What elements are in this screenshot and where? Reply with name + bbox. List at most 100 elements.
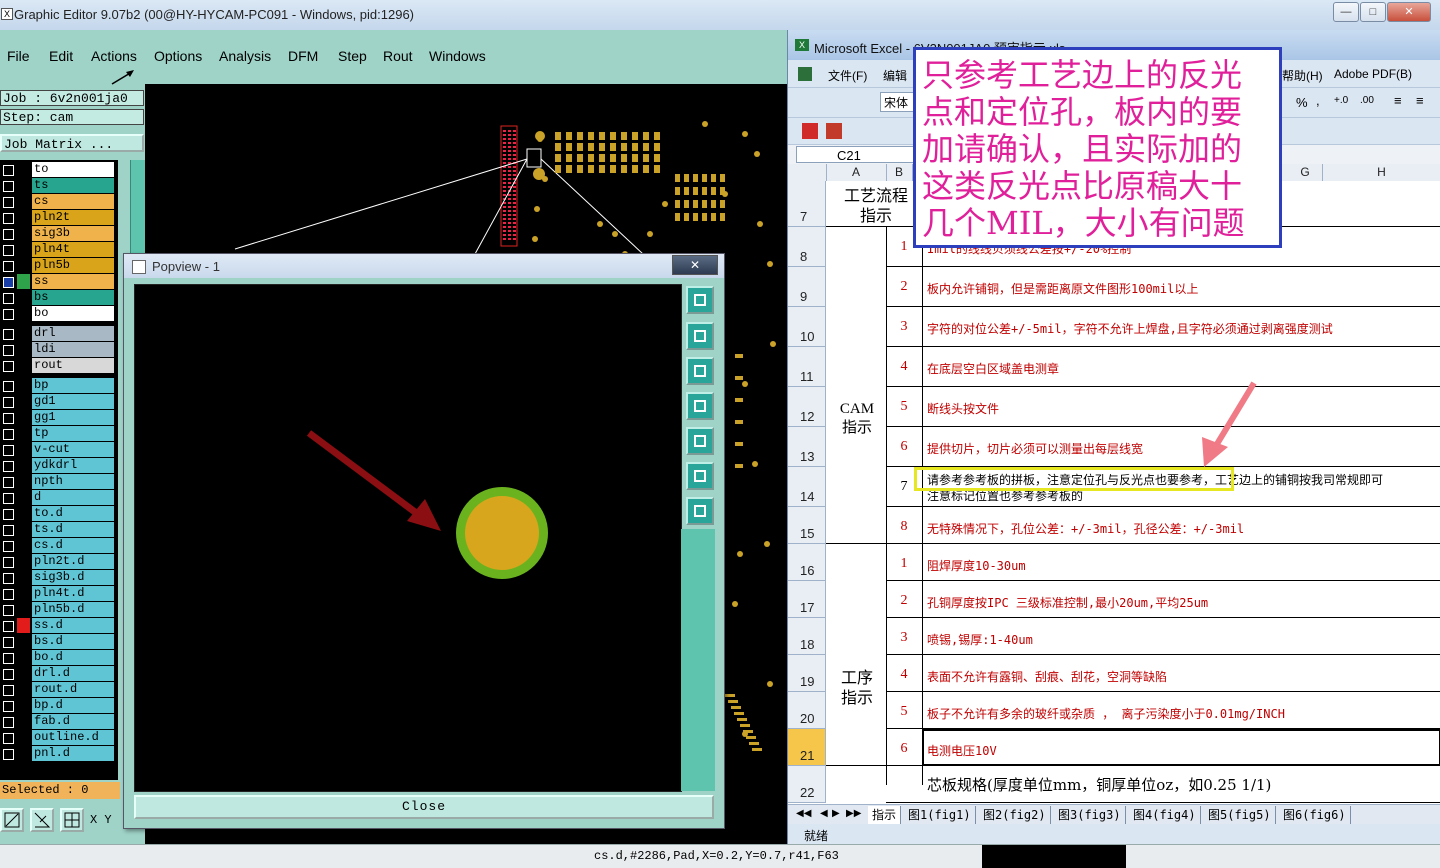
menu-file[interactable]: File (7, 48, 30, 64)
decrease-decimal-icon[interactable]: .00 (1360, 95, 1374, 106)
layer-name[interactable]: gg1 (32, 410, 114, 425)
col-header-a[interactable]: A (826, 164, 887, 181)
layer-checkbox[interactable] (3, 429, 14, 440)
layer-name[interactable]: ss (32, 274, 114, 289)
comma-style-icon[interactable]: , (1316, 93, 1320, 108)
layer-name[interactable]: pln5b.d (32, 602, 114, 617)
layer-checkbox[interactable] (3, 669, 14, 680)
menu-windows[interactable]: Windows (429, 48, 486, 64)
layer-name[interactable]: drl.d (32, 666, 114, 681)
layer-row-ts[interactable]: ts (0, 178, 118, 194)
increase-decimal-icon[interactable]: +.0 (1334, 95, 1348, 106)
layer-row-rout[interactable]: rout (0, 358, 118, 374)
layer-row-v-cut[interactable]: v-cut (0, 442, 118, 458)
layer-work-marker[interactable] (17, 342, 30, 357)
layer-work-marker[interactable] (17, 618, 30, 633)
menu-analysis[interactable]: Analysis (219, 48, 271, 64)
menu-rout[interactable]: Rout (383, 48, 413, 64)
layer-work-marker[interactable] (17, 506, 30, 521)
row-header-19[interactable]: 19 (788, 655, 826, 692)
layer-name[interactable]: bs (32, 290, 114, 305)
layer-checkbox[interactable] (3, 461, 14, 472)
layer-work-marker[interactable] (17, 554, 30, 569)
sheet-tab[interactable]: 图5(fig5) (1204, 806, 1276, 824)
popview-tool-zoom-in-icon[interactable] (686, 462, 714, 490)
layer-row-pln4t.d[interactable]: pln4t.d (0, 586, 118, 602)
sheet-tab[interactable]: 图6(fig6) (1279, 806, 1351, 824)
layer-row-cs.d[interactable]: cs.d (0, 538, 118, 554)
select-all-corner[interactable] (788, 164, 827, 181)
name-box[interactable]: C21 (796, 146, 916, 163)
layer-name[interactable]: pln4t (32, 242, 114, 257)
layer-row-gg1[interactable]: gg1 (0, 410, 118, 426)
layer-work-marker[interactable] (17, 570, 30, 585)
menu-actions[interactable]: Actions (91, 48, 137, 64)
col-header-h[interactable]: H (1322, 164, 1440, 181)
layer-name[interactable]: pnl.d (32, 746, 114, 761)
layer-row-ts.d[interactable]: ts.d (0, 522, 118, 538)
layer-work-marker[interactable] (17, 746, 30, 761)
layer-work-marker[interactable] (17, 290, 30, 305)
layer-work-marker[interactable] (17, 442, 30, 457)
layer-checkbox[interactable] (3, 701, 14, 712)
decrease-indent-icon[interactable]: ≡ (1394, 93, 1402, 108)
layer-checkbox[interactable] (3, 213, 14, 224)
job-matrix-button[interactable]: Job Matrix ... (0, 134, 144, 152)
layer-work-marker[interactable] (17, 258, 30, 273)
layer-work-marker[interactable] (17, 426, 30, 441)
layer-row-sig3b.d[interactable]: sig3b.d (0, 570, 118, 586)
layer-name[interactable]: sig3b.d (32, 570, 114, 585)
layer-name[interactable]: rout (32, 358, 114, 373)
layer-row-pln5b[interactable]: pln5b (0, 258, 118, 274)
layer-name[interactable]: gd1 (32, 394, 114, 409)
menu-step[interactable]: Step (338, 48, 367, 64)
sheet-tab[interactable]: 图1(fig1) (904, 806, 976, 824)
row-header-17[interactable]: 17 (788, 581, 826, 618)
layer-name[interactable]: ss.d (32, 618, 114, 633)
layer-row-fab.d[interactable]: fab.d (0, 714, 118, 730)
layer-work-marker[interactable] (17, 698, 30, 713)
layer-row-bs.d[interactable]: bs.d (0, 634, 118, 650)
layer-checkbox[interactable] (3, 477, 14, 488)
sheet-tab[interactable]: 图3(fig3) (1054, 806, 1126, 824)
layer-row-pln5b.d[interactable]: pln5b.d (0, 602, 118, 618)
layer-checkbox[interactable] (3, 345, 14, 356)
layer-row-gd1[interactable]: gd1 (0, 394, 118, 410)
layer-work-marker[interactable] (17, 178, 30, 193)
layer-work-marker[interactable] (17, 226, 30, 241)
layer-work-marker[interactable] (17, 410, 30, 425)
layer-name[interactable]: rout.d (32, 682, 114, 697)
layer-name[interactable]: fab.d (32, 714, 114, 729)
layer-name[interactable]: bp (32, 378, 114, 393)
layer-work-marker[interactable] (17, 490, 30, 505)
pdf-email-icon[interactable] (826, 123, 842, 139)
layer-work-marker[interactable] (17, 394, 30, 409)
layer-checkbox[interactable] (3, 329, 14, 340)
tab-scroll-first-icon[interactable]: ◀◀ (796, 808, 811, 819)
layer-row-outline.d[interactable]: outline.d (0, 730, 118, 746)
layer-work-marker[interactable] (17, 650, 30, 665)
layer-work-marker[interactable] (17, 378, 30, 393)
popview-tool-down-icon[interactable] (686, 357, 714, 385)
layer-checkbox[interactable] (3, 413, 14, 424)
tab-scroll-next-icon[interactable]: ▶ (832, 808, 840, 819)
popview-close-x-button[interactable]: ✕ (672, 255, 718, 275)
layer-checkbox[interactable] (3, 381, 14, 392)
layer-work-marker[interactable] (17, 634, 30, 649)
row-header-10[interactable]: 10 (788, 307, 826, 347)
layer-name[interactable]: pln2t.d (32, 554, 114, 569)
layer-checkbox[interactable] (3, 733, 14, 744)
layer-work-marker[interactable] (17, 474, 30, 489)
layer-name[interactable]: to.d (32, 506, 114, 521)
layer-name[interactable]: ts (32, 178, 114, 193)
grid-snap-icon[interactable] (60, 808, 84, 832)
layer-checkbox[interactable] (3, 589, 14, 600)
popview-canvas[interactable] (134, 284, 682, 792)
layer-row-bo.d[interactable]: bo.d (0, 650, 118, 666)
layer-checkbox[interactable] (3, 605, 14, 616)
row-header-16[interactable]: 16 (788, 544, 826, 581)
layer-checkbox[interactable] (3, 361, 14, 372)
row-header-15[interactable]: 15 (788, 507, 826, 544)
layer-name[interactable]: bs.d (32, 634, 114, 649)
layer-checkbox[interactable] (3, 717, 14, 728)
